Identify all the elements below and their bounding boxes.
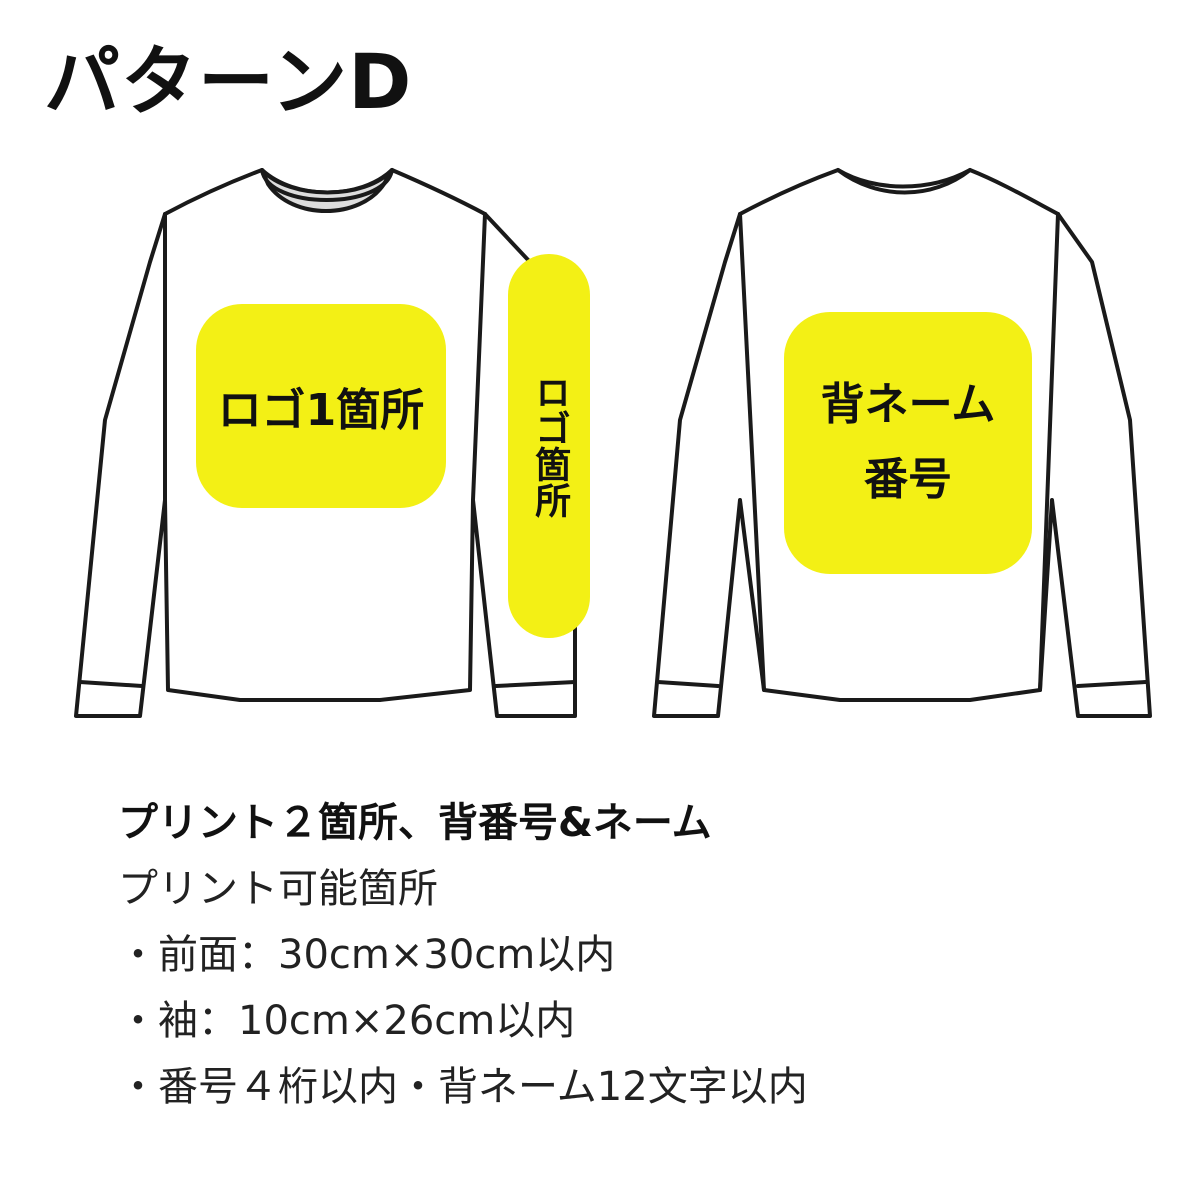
back-zone-label-line2: 番号 [864, 454, 952, 505]
description-block: プリント２箇所、背番号&ネーム プリント可能箇所 ・前面：30cm×30cm以内… [118, 790, 1178, 1120]
sleeve-zone-label: ロゴ箇所 [529, 374, 571, 518]
description-item: ・前面：30cm×30cm以内 [118, 932, 616, 978]
description-item: ・袖：10cm×26cm以内 [118, 998, 576, 1044]
description-item: ・番号４桁以内・背ネーム12文字以内 [118, 1064, 808, 1110]
front-zone-label: ロゴ1箇所 [217, 385, 425, 436]
description-subheading: プリント可能箇所 [118, 866, 438, 912]
description-headline: プリント２箇所、背番号&ネーム [118, 800, 712, 846]
back-zone-label-line1: 背ネーム [820, 379, 996, 431]
back-zone-label: 背ネーム 番号 [784, 312, 1032, 574]
